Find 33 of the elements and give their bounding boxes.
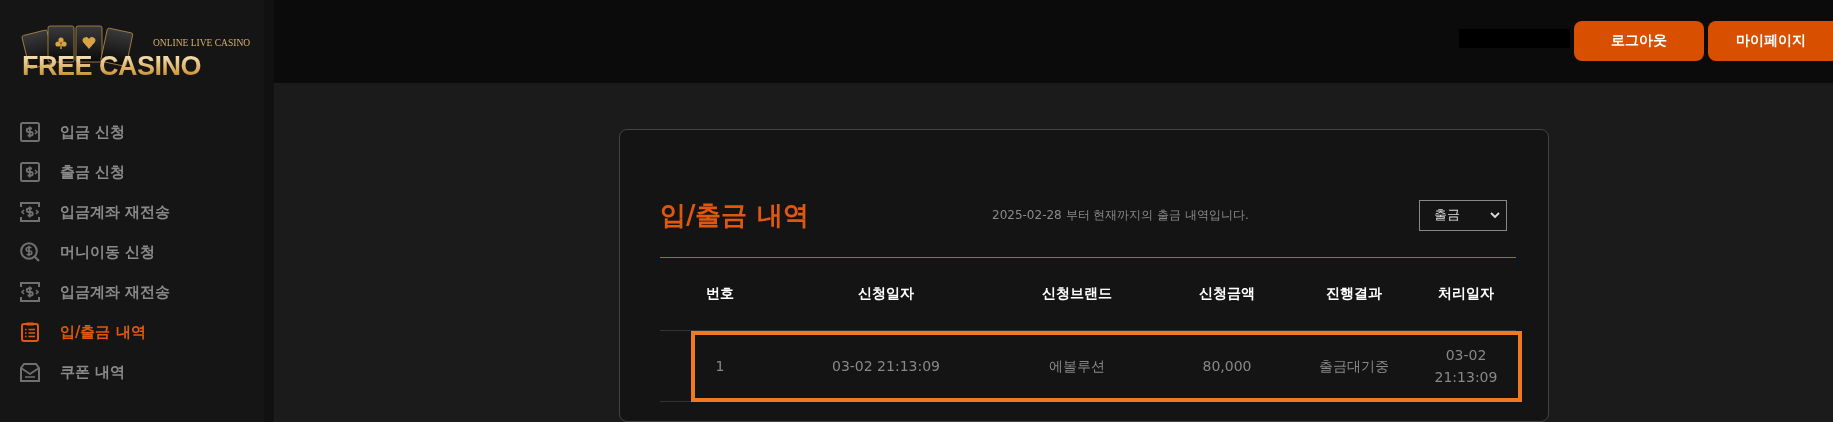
- cash-icon: [20, 162, 40, 182]
- table-cell-text: 80,000: [1201, 357, 1253, 376]
- coin-search-icon: [20, 242, 40, 262]
- cash-transfer-icon: [20, 282, 40, 302]
- logout-button[interactable]: 로그아웃: [1574, 20, 1704, 61]
- sidebar-item[interactable]: 입금계좌 재전송: [20, 192, 171, 232]
- page-title: 입/출금 내역: [660, 198, 810, 232]
- column-header: 번호: [705, 285, 735, 303]
- logo-tagline: ONLINE LIVE CASINO: [153, 38, 251, 48]
- sidebar-item[interactable]: 머니이동 신청: [20, 232, 156, 272]
- sidebar-item[interactable]: 입금 신청: [20, 112, 126, 152]
- type-select[interactable]: 출금: [1419, 199, 1507, 231]
- period-note: 2025-02-28 부터 현재까지의 출금 내역입니다.: [992, 206, 1250, 224]
- column-header: 신청브랜드: [1041, 285, 1113, 303]
- column-header: 신청일자: [857, 285, 915, 303]
- table-cell-text: 출금대기중: [1318, 357, 1390, 376]
- sidebar-item[interactable]: 입금계좌 재전송: [20, 272, 171, 312]
- sidebar-item[interactable]: 출금 신청: [20, 152, 126, 192]
- chevron-down-icon: [1490, 211, 1500, 219]
- cash-transfer-icon: [20, 202, 40, 222]
- sidebar-item[interactable]: 쿠폰 내역: [20, 352, 126, 392]
- clipboard-list-icon: [20, 322, 40, 342]
- envelope-icon: [20, 362, 40, 382]
- column-header: 진행결과: [1325, 285, 1383, 303]
- cash-icon: [20, 122, 40, 142]
- column-header: 처리일자: [1437, 285, 1495, 303]
- table-cell-text: 03-02 21:13:09: [831, 357, 941, 376]
- mypage-button[interactable]: 마이페이지: [1708, 20, 1833, 61]
- table-cell-text: 1: [714, 357, 726, 376]
- sidebar-item[interactable]: 입/출금 내역: [20, 312, 146, 352]
- table-cell-text: 03-02 21:13:09: [1433, 346, 1499, 387]
- table-cell-text: 에볼루션: [1048, 357, 1106, 376]
- column-header: 신청금액: [1198, 285, 1256, 303]
